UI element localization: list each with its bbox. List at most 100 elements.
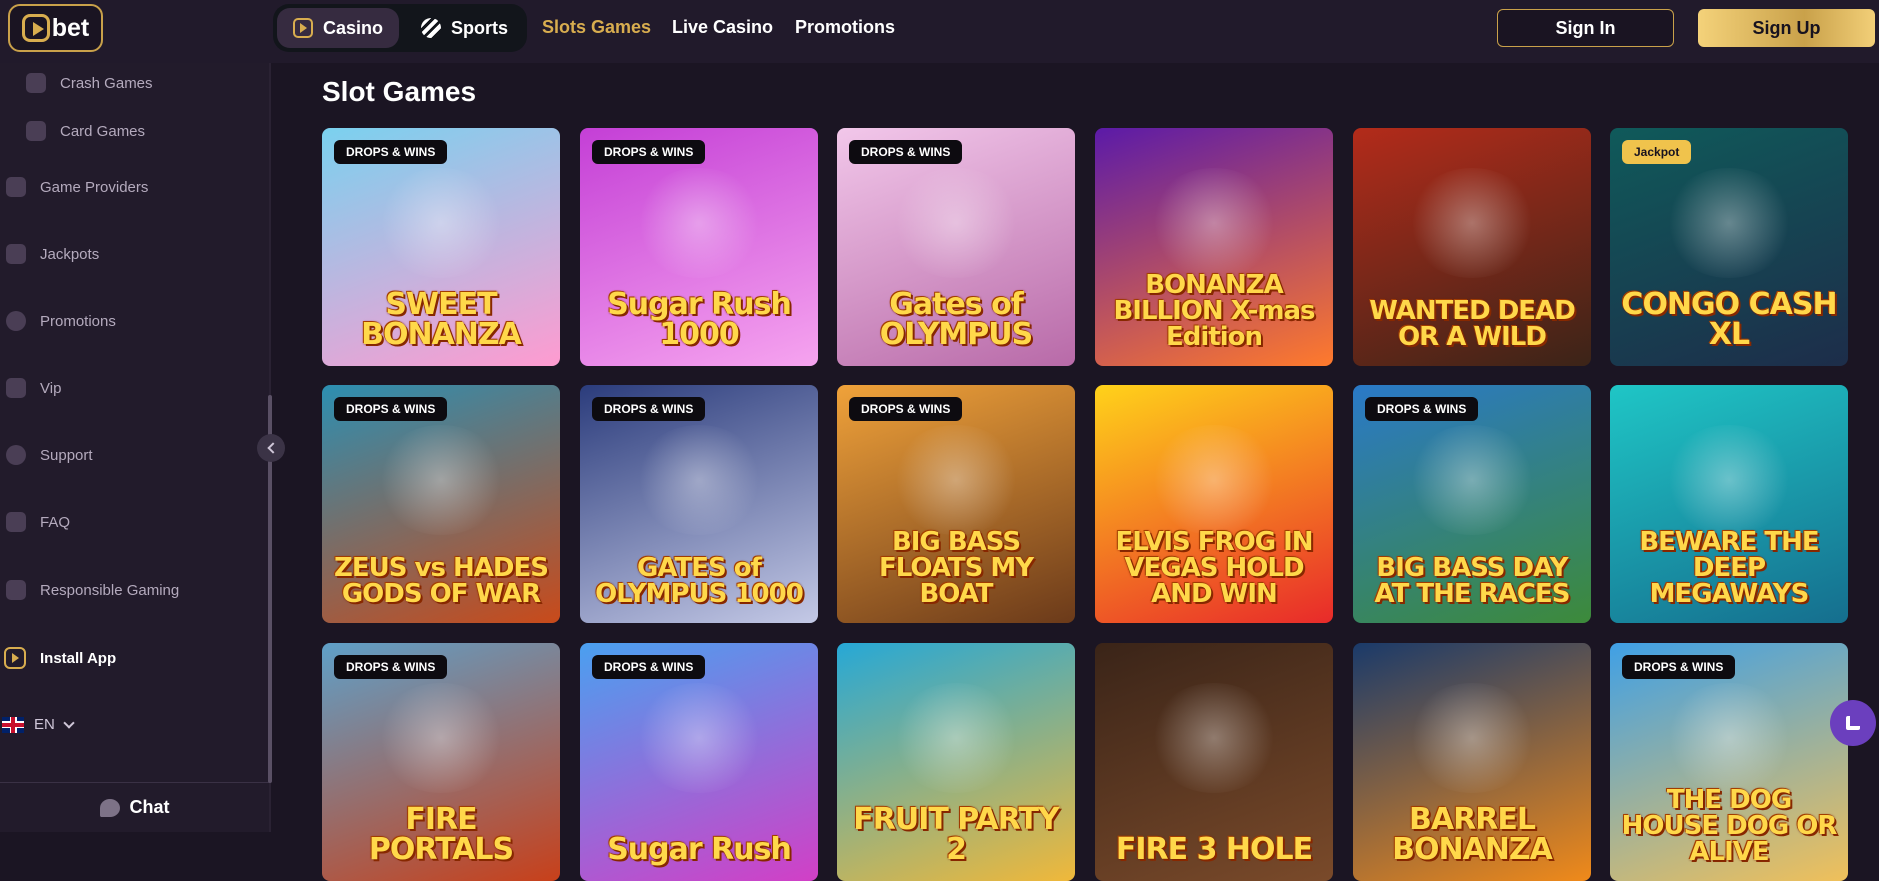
language-selector[interactable]: EN [2,716,75,733]
game-title: ELVIS FROG IN VEGAS HOLD AND WIN [1115,527,1313,609]
game-title: BIG BASS FLOATS MY BOAT [878,527,1034,609]
game-artwork-highlight [1664,168,1794,278]
support-icon [6,445,26,465]
game-artwork-highlight [376,168,506,278]
sidebar-item-label: Crash Games [60,74,153,92]
game-title: Sugar Rush [607,832,792,867]
game-artwork-highlight [1149,168,1279,278]
game-artwork-highlight [891,425,1021,535]
nav-live-casino[interactable]: Live Casino [672,17,773,38]
drops-wins-badge: DROPS & WINS [849,397,963,421]
game-tile[interactable]: CONGO CASH XL Jackpot [1610,128,1848,366]
lock-icon [6,580,26,600]
logo-text: bet [51,13,90,42]
casino-tab[interactable]: Casino [277,8,400,48]
game-tile[interactable]: BONANZA BILLION X-mas Edition [1095,128,1333,366]
sidebar-item-label: FAQ [40,513,71,531]
sidebar-item-support[interactable]: Support [6,445,93,465]
game-artwork-highlight [634,168,764,278]
sidebar-item-card-games[interactable]: Card Games [26,121,145,141]
uk-flag-icon [2,716,24,733]
drops-wins-badge: DROPS & WINS [592,397,706,421]
game-title: BARREL BONANZA [1392,802,1553,867]
nav-slots-games[interactable]: Slots Games [542,17,651,38]
sidebar-item-label: Support [40,446,93,464]
game-artwork-highlight [376,683,506,793]
game-title: BONANZA BILLION X-mas Edition [1113,270,1315,352]
nav-promotions[interactable]: Promotions [795,17,895,38]
sidebar-item-crash-games[interactable]: Crash Games [26,73,153,93]
floating-help-button[interactable] [1830,700,1876,746]
game-artwork-highlight [1664,683,1794,793]
sidebar-item-game-providers[interactable]: Game Providers [6,177,148,197]
sports-tab[interactable]: Sports [405,8,524,48]
drops-wins-badge: DROPS & WINS [1365,397,1479,421]
game-tile[interactable]: WANTED DEAD OR A WILD [1353,128,1591,366]
collapse-sidebar-button[interactable] [257,434,285,462]
logo-mark-icon [21,14,50,42]
game-artwork-highlight [1407,168,1537,278]
game-tile[interactable]: Sugar Rush DROPS & WINS [580,643,818,881]
sidebar-item-vip[interactable]: Vip [6,378,61,398]
drops-wins-badge: DROPS & WINS [334,655,448,679]
game-tile[interactable]: SWEET BONANZA DROPS & WINS [322,128,560,366]
game-tile[interactable]: GATES of OLYMPUS 1000 DROPS & WINS [580,385,818,623]
game-tile[interactable]: ELVIS FROG IN VEGAS HOLD AND WIN [1095,385,1333,623]
game-tile[interactable]: BEWARE THE DEEP MEGAWAYS [1610,385,1848,623]
game-tile[interactable]: THE DOG HOUSE DOG OR ALIVE DROPS & WINS [1610,643,1848,881]
top-bar: bet Casino Sports Slots Games Live Casin… [0,0,1879,63]
game-tile[interactable]: Sugar Rush 1000 DROPS & WINS [580,128,818,366]
game-artwork-highlight [634,683,764,793]
game-tile[interactable]: BIG BASS DAY AT THE RACES DROPS & WINS [1353,385,1591,623]
sign-up-button[interactable]: Sign Up [1698,9,1875,47]
sidebar-item-promotions[interactable]: Promotions [6,311,116,331]
chat-bubbles-icon [6,512,26,532]
game-title: Gates of OLYMPUS [879,287,1033,352]
drops-wins-badge: DROPS & WINS [334,397,448,421]
sidebar-item-jackpots[interactable]: Jackpots [6,244,99,264]
game-tile[interactable]: ZEUS vs HADES GODS OF WAR DROPS & WINS [322,385,560,623]
sports-icon [421,18,442,38]
logo[interactable]: bet [8,4,103,52]
sidebar-item-faq[interactable]: FAQ [6,512,70,532]
sidebar-item-label: Vip [40,379,62,397]
game-title: ZEUS vs HADES GODS OF WAR [334,553,549,609]
drops-wins-badge: DROPS & WINS [592,140,706,164]
game-tile[interactable]: FIRE 3 HOLE [1095,643,1333,881]
game-title: CONGO CASH XL [1621,287,1837,352]
game-tile[interactable]: FIRE PORTALS DROPS & WINS [322,643,560,881]
sidebar-item-responsible-gaming[interactable]: Responsible Gaming [6,580,179,600]
game-title: GATES of OLYMPUS 1000 [595,553,804,609]
install-app-button[interactable]: Install App [4,647,116,669]
game-artwork-highlight [1149,425,1279,535]
diamond-icon [6,378,26,398]
casino-icon [293,18,313,38]
game-title: BEWARE THE DEEP MEGAWAYS [1639,527,1819,609]
sidebar-item-label: Responsible Gaming [40,581,180,599]
chat-icon [99,798,120,817]
sidebar: Crash Games Card Games Game Providers Ja… [0,63,269,832]
sidebar-item-label: Card Games [60,122,146,140]
language-label: EN [34,716,55,733]
chat-label: Chat [129,797,170,817]
drops-wins-badge: DROPS & WINS [1622,655,1736,679]
game-tile[interactable]: Gates of OLYMPUS DROPS & WINS [837,128,1075,366]
game-artwork-highlight [1407,683,1537,793]
game-artwork-highlight [634,425,764,535]
game-tile[interactable]: BIG BASS FLOATS MY BOAT DROPS & WINS [837,385,1075,623]
game-title: WANTED DEAD OR A WILD [1369,296,1576,352]
game-artwork-highlight [1664,425,1794,535]
game-artwork-highlight [1149,683,1279,793]
chat-button[interactable]: Chat [0,782,269,832]
drops-wins-badge: DROPS & WINS [334,140,448,164]
game-tile[interactable]: FRUIT PARTY 2 [837,643,1075,881]
jackpot-badge: Jackpot [1622,140,1692,164]
sports-tab-label: Sports [451,17,509,38]
game-artwork-highlight [891,683,1021,793]
sign-in-button[interactable]: Sign In [1497,9,1674,47]
sidebar-item-label: Promotions [40,312,116,330]
chevron-left-icon [266,442,279,454]
game-tile[interactable]: BARREL BONANZA [1353,643,1591,881]
game-title: THE DOG HOUSE DOG OR ALIVE [1621,785,1838,867]
game-title: FIRE 3 HOLE [1115,832,1313,867]
